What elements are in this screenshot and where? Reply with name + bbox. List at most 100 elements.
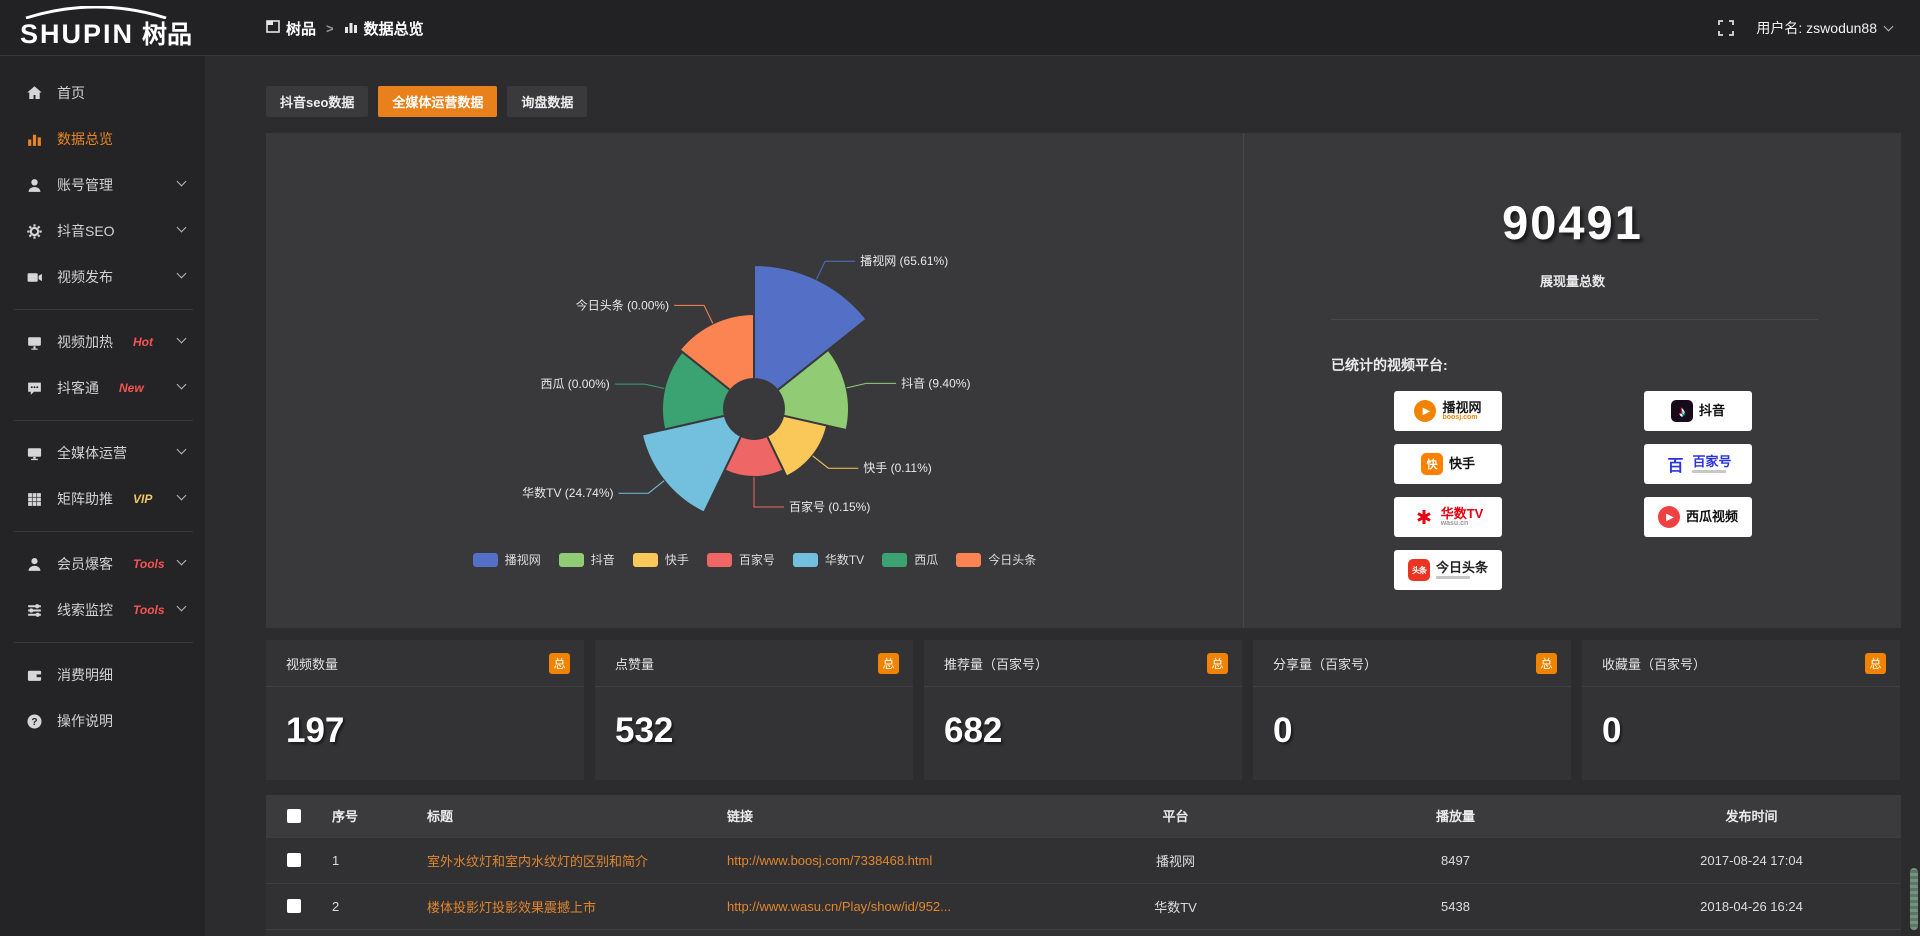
logo-cn-text: 树品 [142, 15, 192, 51]
sidebar-item-label: 会员爆客 [57, 554, 113, 574]
sidebar-item-label: 全媒体运营 [57, 443, 127, 463]
logo-latin-text: SHUPIN [20, 19, 134, 50]
legend-swatch [882, 553, 907, 567]
sidebar-item-7[interactable]: 全媒体运营 [0, 430, 205, 476]
total-badge[interactable]: 总 [1865, 653, 1886, 674]
chevron-down-icon [177, 223, 187, 233]
video-publish-icon [26, 269, 43, 286]
tab-2[interactable]: 询盘数据 [507, 86, 587, 117]
pie-label-line [817, 261, 856, 279]
legend-label: 抖音 [591, 551, 615, 568]
user-menu[interactable]: 用户名: zswodun88 [1756, 18, 1892, 38]
stat-card-header: 分享量（百家号）总 [1253, 640, 1571, 687]
sidebar-item-label: 线索监控 [57, 600, 113, 620]
total-badge[interactable]: 总 [1536, 653, 1557, 674]
sidebar-item-6[interactable]: 抖客通New [0, 365, 205, 411]
home-icon [26, 85, 43, 102]
sidebar-item-12[interactable]: ? 操作说明 [0, 698, 205, 744]
select-all-checkbox[interactable] [287, 809, 301, 823]
legend-item-今日头条[interactable]: 今日头条 [956, 551, 1036, 568]
legend-label: 今日头条 [988, 551, 1036, 568]
tab-1[interactable]: 全媒体运营数据 [378, 86, 497, 117]
platform-chip-播视网[interactable]: ▶播视网boosj.com [1394, 391, 1502, 431]
sidebar-item-2[interactable]: 账号管理 [0, 162, 205, 208]
platforms-title: 已统计的视频平台: [1331, 355, 1448, 375]
stat-card-header: 点赞量总 [595, 640, 913, 687]
data-tabs: 抖音seo数据全媒体运营数据询盘数据 [266, 86, 587, 117]
breadcrumb-label: 数据总览 [364, 18, 424, 39]
legend-label: 华数TV [825, 551, 864, 568]
legend-item-西瓜[interactable]: 西瓜 [882, 551, 938, 568]
total-badge[interactable]: 总 [549, 653, 570, 674]
stat-card-3: 分享量（百家号）总0 [1253, 640, 1571, 780]
total-badge[interactable]: 总 [878, 653, 899, 674]
pie-label: 西瓜 (0.00%) [540, 377, 609, 391]
platform-name: 百家号 [1692, 455, 1731, 469]
legend-swatch [956, 553, 981, 567]
sidebar-item-1[interactable]: 数据总览 [0, 116, 205, 162]
cell-platform: 播视网 [1042, 837, 1309, 883]
video-url-link[interactable]: http://www.boosj.com/7338468.html [727, 853, 932, 868]
platform-sub-text: boosj.com [1442, 414, 1481, 421]
stat-card-label: 推荐量（百家号） [944, 654, 1048, 673]
platform-chip-抖音[interactable]: ♪抖音 [1644, 391, 1752, 431]
pie-label: 百家号 (0.15%) [789, 499, 870, 514]
username-label: 用户名: zswodun88 [1756, 18, 1877, 38]
platform-chip-华数TV[interactable]: 华数TVwasu.cn [1394, 497, 1502, 537]
videos-table: 序号标题链接平台播放量发布时间1室外水纹灯和室内水纹灯的区别和简介http://… [266, 795, 1901, 936]
tab-0[interactable]: 抖音seo数据 [266, 86, 368, 117]
row-checkbox[interactable] [287, 853, 301, 867]
stat-cards-row: 视频数量总197点赞量总532推荐量（百家号）总682分享量（百家号）总0收藏量… [266, 640, 1901, 780]
stat-card-header: 收藏量（百家号）总 [1582, 640, 1900, 687]
breadcrumb-separator: > [326, 21, 334, 36]
sidebar-item-9[interactable]: 会员爆客Tools [0, 541, 205, 587]
sidebar-item-8[interactable]: 矩阵助推VIP [0, 476, 205, 522]
platform-chip-西瓜视频[interactable]: ▶西瓜视频 [1644, 497, 1752, 537]
legend-item-快手[interactable]: 快手 [633, 551, 689, 568]
sidebar-item-label: 操作说明 [57, 711, 113, 731]
cell-time: 2017-08-24 17:04 [1602, 837, 1901, 883]
platform-chip-今日头条[interactable]: 头条今日头条 [1394, 550, 1502, 590]
col-header: 发布时间 [1602, 795, 1901, 837]
pie-label-line [754, 477, 784, 507]
legend-item-抖音[interactable]: 抖音 [559, 551, 615, 568]
legend-swatch [707, 553, 732, 567]
row-checkbox[interactable] [287, 899, 301, 913]
col-header: 链接 [717, 795, 1042, 837]
breadcrumb-item-current[interactable]: 数据总览 [344, 18, 424, 39]
platform-sub-bar [1692, 470, 1726, 473]
table-row-partial [266, 929, 1901, 936]
sidebar-divider [14, 309, 193, 310]
legend-item-华数TV[interactable]: 华数TV [793, 551, 864, 568]
video-url-link[interactable]: http://www.wasu.cn/Play/show/id/952... [727, 899, 951, 914]
sidebar-item-0[interactable]: 首页 [0, 70, 205, 116]
sidebar-divider [14, 420, 193, 421]
app-logo[interactable]: SHUPIN 树品 [20, 6, 220, 51]
sidebar-item-label: 视频发布 [57, 267, 113, 287]
page-scrollbar-thumb[interactable] [1910, 868, 1918, 930]
chevron-down-icon [1884, 21, 1894, 31]
video-title-link[interactable]: 室外水纹灯和室内水纹灯的区别和简介 [427, 854, 648, 869]
sidebar-item-5[interactable]: 视频加热Hot [0, 319, 205, 365]
fullscreen-icon[interactable] [1718, 20, 1734, 36]
breadcrumb-item-home[interactable]: 树品 [266, 18, 316, 39]
col-header: 平台 [1042, 795, 1309, 837]
stat-card-header: 视频数量总 [266, 640, 584, 687]
help-icon: ? [26, 713, 43, 730]
sidebar-item-3[interactable]: 抖音SEO [0, 208, 205, 254]
legend-item-播视网[interactable]: 播视网 [473, 551, 541, 568]
platform-chip-百家号[interactable]: 百百家号 [1644, 444, 1752, 484]
total-badge[interactable]: 总 [1207, 653, 1228, 674]
legend-item-百家号[interactable]: 百家号 [707, 551, 775, 568]
sidebar-item-11[interactable]: 消费明细 [0, 652, 205, 698]
video-title-link[interactable]: 楼体投影灯投影效果震撼上市 [427, 900, 596, 915]
pie-slice-华数TV[interactable] [642, 416, 741, 513]
main-content: 抖音seo数据全媒体运营数据询盘数据 播视网 (65.61%)抖音 (9.40%… [205, 56, 1920, 936]
sidebar-item-10[interactable]: 线索监控Tools [0, 587, 205, 633]
sidebar-item-4[interactable]: 视频发布 [0, 254, 205, 300]
videos-table-wrap: 序号标题链接平台播放量发布时间1室外水纹灯和室内水纹灯的区别和简介http://… [266, 795, 1901, 936]
table-header-row: 序号标题链接平台播放量发布时间 [266, 795, 1901, 837]
chevron-down-icon [177, 556, 187, 566]
table-row-1: 2楼体投影灯投影效果震撼上市http://www.wasu.cn/Play/sh… [266, 883, 1901, 929]
platform-chip-快手[interactable]: 快快手 [1394, 444, 1502, 484]
